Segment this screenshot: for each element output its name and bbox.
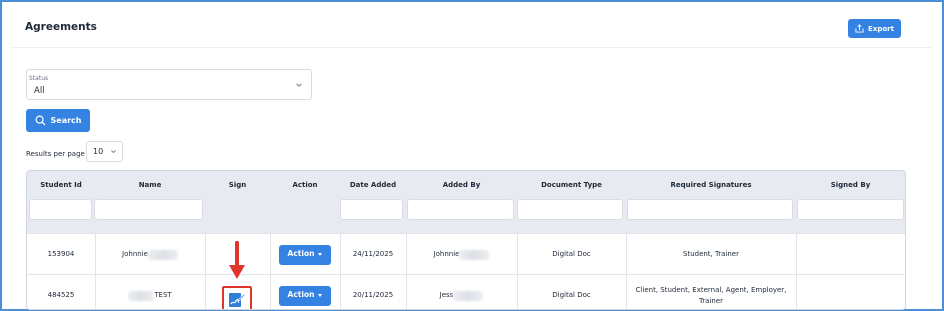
filter-input-student-id[interactable]	[29, 199, 92, 220]
column-header-date-added[interactable]: Date Added	[340, 181, 406, 189]
redacted-surname	[453, 290, 484, 301]
upload-icon	[855, 24, 864, 33]
cell-student-id: 484525	[47, 291, 75, 300]
action-dropdown-button[interactable]: Action	[279, 244, 331, 265]
cell-date-added: 20/11/2025	[352, 291, 394, 300]
cell-signed-by	[796, 234, 905, 275]
filter-input-name[interactable]	[94, 199, 203, 220]
column-divider	[796, 233, 797, 309]
redacted-first-name	[128, 290, 155, 301]
filter-input-required-signatures[interactable]	[627, 199, 793, 220]
column-divider	[517, 233, 518, 309]
added-by-text: Jess	[439, 291, 454, 300]
cell-name: TEST	[95, 275, 205, 309]
name-text: TEST	[154, 291, 172, 300]
cell-signed-by	[796, 275, 905, 309]
column-divider	[626, 233, 627, 309]
sign-document-icon	[229, 292, 246, 307]
agreements-card: Agreements Export Status All Search Resu…	[10, 8, 932, 310]
cell-document-type: Digital Doc	[552, 250, 591, 259]
column-header-action: Action	[292, 181, 318, 189]
column-divider	[270, 233, 271, 309]
column-header-required-signatures[interactable]: Required Signatures	[626, 181, 796, 189]
redacted-surname	[147, 249, 178, 260]
sign-document-button[interactable]	[222, 286, 252, 309]
cell-date-added: 24/11/2025	[352, 250, 394, 259]
required-signatures-line-2: Trainer	[699, 296, 723, 305]
export-button[interactable]: Export	[848, 19, 901, 38]
cell-student-id: 153904	[47, 250, 75, 259]
cell-action: Action	[270, 234, 340, 275]
status-value: All	[34, 86, 45, 96]
search-icon	[35, 115, 46, 126]
action-dropdown-button[interactable]: Action	[279, 285, 331, 306]
red-arrow-annotation	[229, 241, 245, 279]
column-divider	[340, 233, 341, 309]
column-header-added-by[interactable]: Added By	[406, 181, 517, 189]
filter-input-date-added[interactable]	[340, 199, 403, 220]
table-row: 484525 TEST Action 20/11/2025 Jess Digit…	[27, 274, 905, 309]
cell-required-signatures: Client, Student, External, Agent, Employ…	[626, 275, 796, 309]
column-divider	[95, 233, 96, 309]
table-row: 153904 Johnnie Action 24/11/2025 Johnnie	[27, 233, 905, 275]
search-button[interactable]: Search	[26, 109, 90, 132]
column-header-document-type[interactable]: Document Type	[517, 181, 626, 189]
column-divider	[205, 233, 206, 309]
chevron-down-icon	[111, 150, 116, 154]
cell-added-by: Jess	[406, 275, 517, 309]
name-text: Johnnie	[122, 250, 148, 259]
added-by-text: Johnnie	[433, 250, 460, 259]
search-button-label: Search	[50, 116, 82, 125]
export-button-label: Export	[868, 24, 894, 33]
caret-down-icon	[318, 294, 323, 297]
status-label: Status	[29, 75, 49, 82]
screenshot-frame: Agreements Export Status All Search Resu…	[0, 0, 944, 311]
results-per-page-label: Results per page	[26, 150, 85, 158]
filter-input-added-by[interactable]	[407, 199, 514, 220]
cell-action: Action	[270, 275, 340, 309]
results-per-page-select[interactable]: 10	[86, 141, 123, 162]
table-header: Student Id Name Sign Action Date Added A…	[27, 171, 905, 233]
results-per-page-value: 10	[93, 147, 104, 156]
caret-down-icon	[318, 253, 323, 256]
required-signatures-line-1: Client, Student, External, Agent, Employ…	[635, 286, 787, 295]
column-header-name[interactable]: Name	[95, 181, 205, 189]
filter-input-document-type[interactable]	[517, 199, 623, 220]
column-header-sign: Sign	[228, 181, 247, 189]
page-title: Agreements	[25, 21, 97, 33]
column-header-signed-by[interactable]: Signed By	[796, 181, 905, 189]
cell-added-by: Johnnie	[406, 234, 517, 275]
column-header-student-id[interactable]: Student Id	[27, 181, 95, 189]
chevron-down-icon	[296, 83, 302, 87]
status-select[interactable]: Status All	[26, 69, 312, 100]
card-header: Agreements Export	[10, 8, 932, 48]
action-button-label: Action	[287, 249, 315, 259]
agreements-table: Student Id Name Sign Action Date Added A…	[26, 170, 906, 310]
filter-input-signed-by[interactable]	[797, 199, 904, 220]
column-divider	[406, 233, 407, 309]
redacted-surname	[459, 249, 490, 260]
cell-name: Johnnie	[95, 234, 205, 275]
action-button-label: Action	[287, 290, 315, 300]
cell-required-signatures: Student, Trainer	[683, 250, 739, 259]
cell-document-type: Digital Doc	[552, 291, 591, 300]
